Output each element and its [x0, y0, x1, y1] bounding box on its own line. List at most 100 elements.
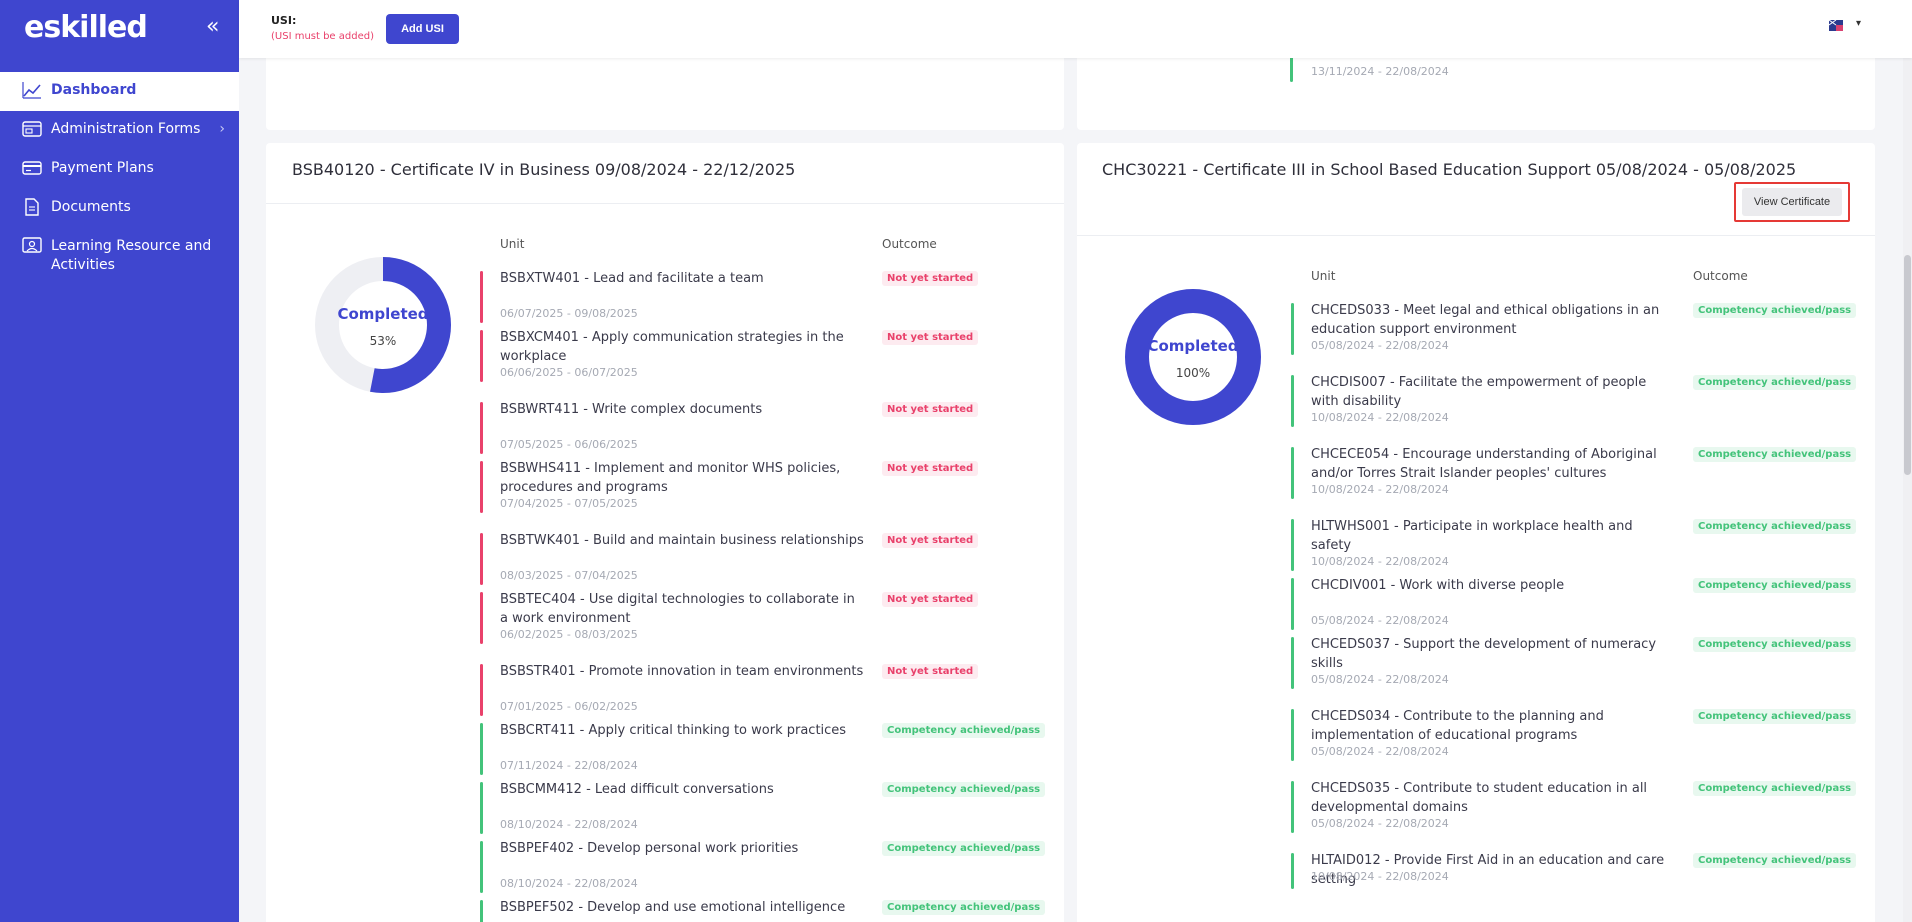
- status-bar: [480, 841, 483, 893]
- progress-percent: 100%: [1175, 366, 1211, 380]
- unit-date: 08/03/2025 - 07/04/2025: [500, 569, 638, 582]
- sidebar-item-documents[interactable]: Documents: [0, 189, 239, 228]
- status-bar: [480, 723, 483, 775]
- outcome-badge: Not yet started: [882, 402, 979, 417]
- outcome-badge: Competency achieved/pass: [1693, 781, 1857, 796]
- credit-card-icon: [22, 161, 42, 175]
- eskilled-logo[interactable]: eskilled: [24, 10, 148, 45]
- sidebar-item-label: Payment Plans: [51, 160, 154, 176]
- outcome-badge: Not yet started: [882, 533, 979, 548]
- unit-date: 13/11/2024 - 22/08/2024: [1311, 65, 1449, 78]
- unit-name: HLTWHS001 - Participate in workplace hea…: [1311, 519, 1633, 553]
- chevron-right-icon: ›: [219, 121, 225, 137]
- course-title: CHC30221 - Certificate III in School Bas…: [1102, 160, 1797, 179]
- status-bar: [480, 592, 483, 644]
- user-menu-caret-icon[interactable]: ▾: [1856, 18, 1861, 29]
- course-card-bsb40120: BSB40120 - Certificate IV in Business 09…: [266, 143, 1064, 922]
- sidebar-item-label: Learning Resource and Activities: [51, 238, 212, 273]
- presentation-icon: [22, 237, 42, 253]
- outcome-column-header: Outcome: [882, 237, 937, 251]
- document-icon: [25, 198, 39, 216]
- sidebar-nav: Dashboard Administration Forms › Payment…: [0, 72, 239, 286]
- unit-name: BSBTEC404 - Use digital technologies to …: [500, 592, 855, 626]
- outcome-badge: Not yet started: [882, 664, 979, 679]
- status-bar: [1291, 303, 1294, 355]
- outcome-badge: Competency achieved/pass: [1693, 637, 1857, 652]
- unit-date: 05/08/2024 - 22/08/2024: [1311, 745, 1449, 758]
- unit-name: BSBSTR401 - Promote innovation in team e…: [500, 664, 864, 679]
- unit-name: CHCECE054 - Encourage understanding of A…: [1311, 447, 1657, 481]
- outcome-badge: Competency achieved/pass: [1693, 853, 1857, 868]
- unit-date: 08/10/2024 - 22/08/2024: [500, 818, 638, 831]
- outcome-badge: Competency achieved/pass: [1693, 303, 1857, 318]
- sidebar-item-payment-plans[interactable]: Payment Plans: [0, 150, 239, 189]
- unit-name: BSBPEF402 - Develop personal work priori…: [500, 841, 799, 856]
- topbar: USI: (USI must be added) Add USI ▾: [239, 0, 1912, 58]
- status-bar: [1291, 447, 1294, 499]
- sidebar-item-label: Administration Forms: [51, 121, 201, 137]
- status-bar: [480, 664, 483, 716]
- outcome-badge: Not yet started: [882, 461, 979, 476]
- sidebar-item-administration-forms[interactable]: Administration Forms ›: [0, 111, 239, 150]
- progress-status: Completed: [1147, 337, 1239, 355]
- outcome-badge: Competency achieved/pass: [882, 841, 1046, 856]
- unit-date: 07/01/2025 - 06/02/2025: [500, 700, 638, 713]
- progress-status: Completed: [337, 305, 429, 323]
- unit-name: CHCEDS034 - Contribute to the planning a…: [1311, 709, 1604, 743]
- language-flag-icon[interactable]: [1829, 20, 1843, 31]
- sidebar-item-learning-resources[interactable]: Learning Resource and Activities: [0, 228, 239, 286]
- unit-name: CHCEDS033 - Meet legal and ethical oblig…: [1311, 303, 1660, 337]
- unit-name: CHCEDS037 - Support the development of n…: [1311, 637, 1657, 671]
- usi-label: USI:: [271, 14, 297, 27]
- unit-name: BSBXCM401 - Apply communication strategi…: [500, 330, 844, 364]
- unit-name: BSBXTW401 - Lead and facilitate a team: [500, 271, 764, 286]
- unit-date: 05/08/2024 - 22/08/2024: [1311, 339, 1449, 352]
- sidebar-item-label: Documents: [51, 199, 131, 215]
- form-icon: [22, 121, 42, 137]
- sidebar-item-label: Dashboard: [51, 82, 137, 98]
- unit-name: BSBWHS411 - Implement and monitor WHS po…: [500, 461, 841, 495]
- unit-date: 10/08/2024 - 22/08/2024: [1311, 411, 1449, 424]
- status-bar: [1291, 375, 1294, 427]
- unit-date: 10/08/2024 - 22/08/2024: [1311, 870, 1449, 883]
- status-bar: [480, 330, 483, 382]
- progress-ring: [1125, 289, 1261, 425]
- progress-donut: Completed 100%: [1125, 289, 1261, 425]
- status-bar: [1291, 519, 1294, 571]
- status-bar: [480, 271, 483, 323]
- outcome-badge: Competency achieved/pass: [882, 900, 1046, 915]
- outcome-badge: Competency achieved/pass: [1693, 519, 1857, 534]
- status-bar: [1291, 709, 1294, 761]
- chart-line-icon: [22, 82, 41, 99]
- unit-date: 10/08/2024 - 22/08/2024: [1311, 483, 1449, 496]
- collapse-sidebar-icon[interactable]: «: [206, 14, 219, 39]
- unit-date: 05/08/2024 - 22/08/2024: [1311, 817, 1449, 830]
- usi-warning: (USI must be added): [271, 31, 374, 42]
- unit-date: 07/04/2025 - 07/05/2025: [500, 497, 638, 510]
- status-bar: [480, 900, 483, 922]
- unit-date: 08/10/2024 - 22/08/2024: [500, 877, 638, 890]
- unit-name: BSBCMM412 - Lead difficult conversations: [500, 782, 774, 797]
- unit-column-header: Unit: [500, 237, 525, 251]
- status-bar: [1291, 781, 1294, 833]
- status-bar: [480, 533, 483, 585]
- view-certificate-button[interactable]: View Certificate: [1742, 188, 1842, 216]
- sidebar-item-dashboard[interactable]: Dashboard: [0, 72, 239, 111]
- add-usi-button[interactable]: Add USI: [386, 14, 459, 44]
- outcome-badge: Not yet started: [882, 271, 979, 286]
- unit-column-header: Unit: [1311, 269, 1336, 283]
- unit-date: 05/08/2024 - 22/08/2024: [1311, 614, 1449, 627]
- outcome-column-header: Outcome: [1693, 269, 1748, 283]
- unit-name: CHCDIV001 - Work with diverse people: [1311, 578, 1565, 593]
- scrollbar-thumb[interactable]: [1904, 255, 1911, 475]
- unit-date: 06/06/2025 - 06/07/2025: [500, 366, 638, 379]
- status-bar: [480, 461, 483, 513]
- unit-name: CHCDIS007 - Facilitate the empowerment o…: [1311, 375, 1647, 409]
- outcome-badge: Competency achieved/pass: [1693, 447, 1857, 462]
- course-card-chc30221: CHC30221 - Certificate III in School Bas…: [1077, 143, 1875, 922]
- progress-ring: [315, 257, 451, 393]
- status-bar: [1291, 637, 1294, 689]
- unit-name: BSBTWK401 - Build and maintain business …: [500, 533, 864, 548]
- outcome-badge: Not yet started: [882, 330, 979, 345]
- status-bar: [480, 782, 483, 834]
